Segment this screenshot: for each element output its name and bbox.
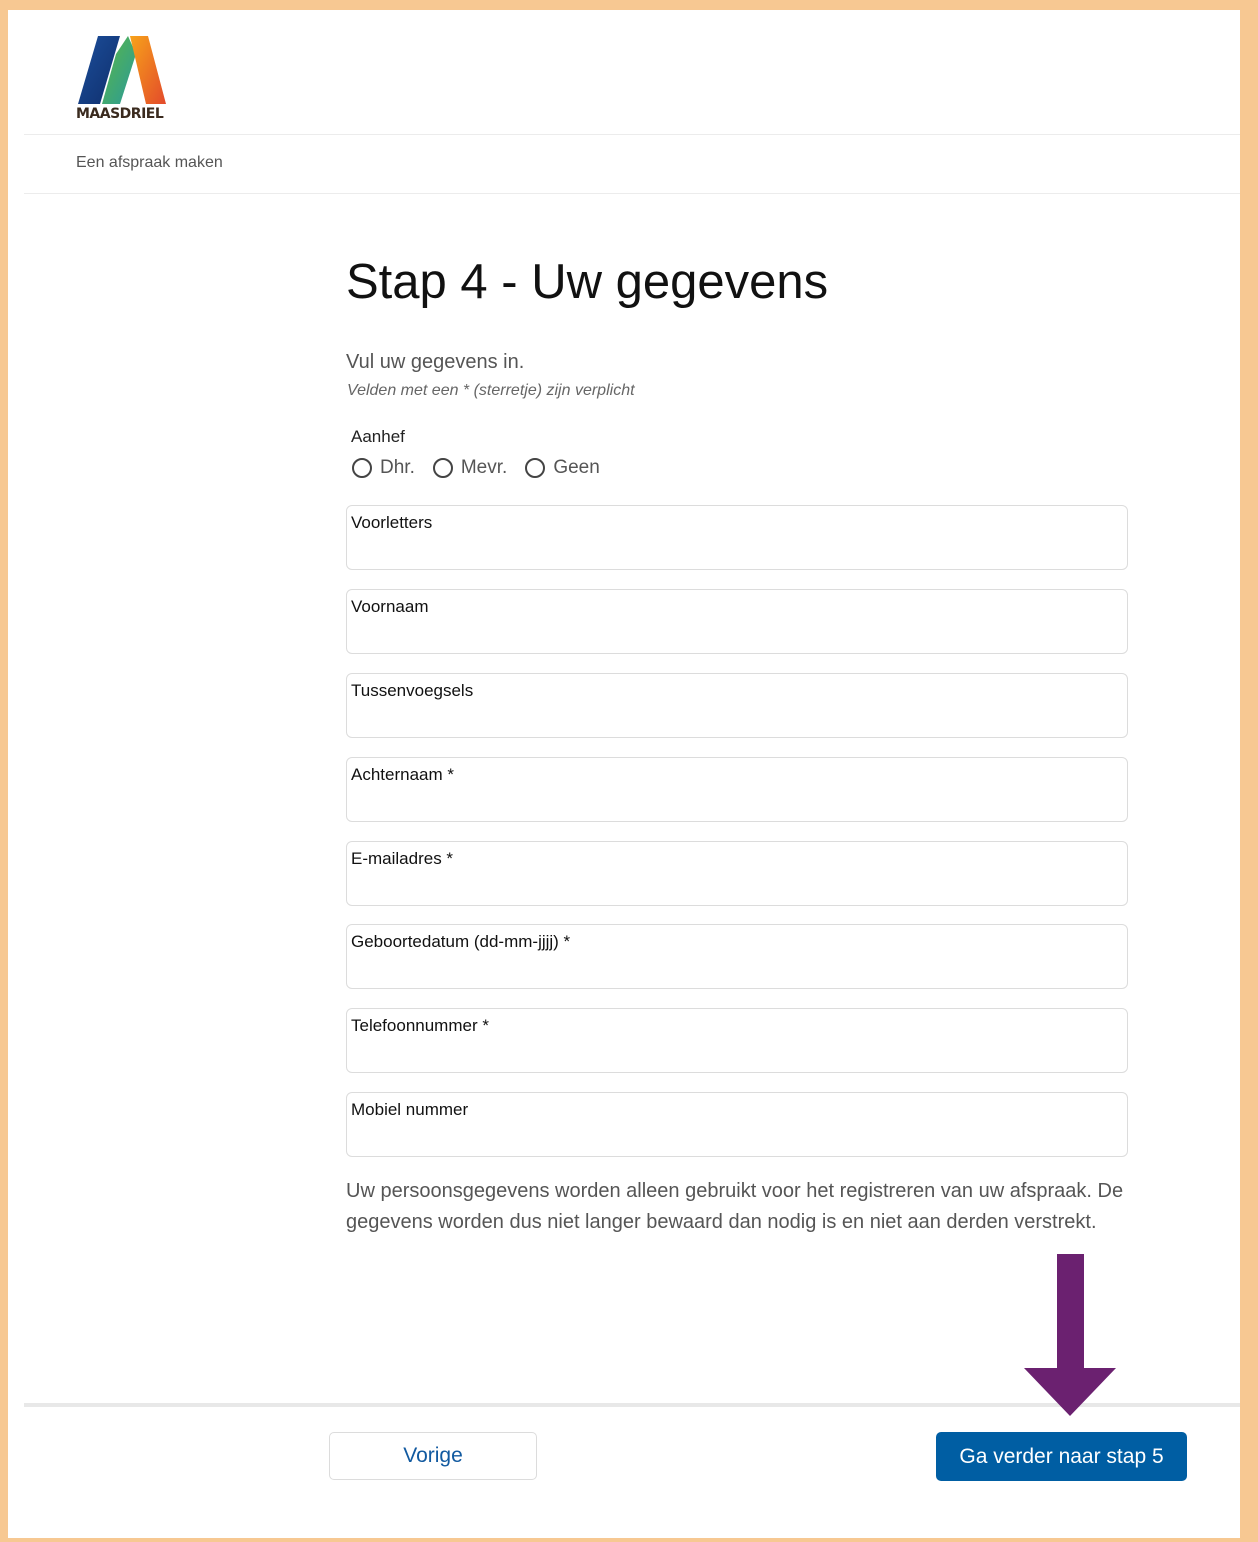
mobiel-nummer-field[interactable]: Mobiel nummer bbox=[346, 1092, 1128, 1157]
aanhef-label: Aanhef bbox=[351, 427, 405, 446]
email-field[interactable]: E-mailadres * bbox=[346, 841, 1128, 906]
required-note: Velden met een * (sterretje) zijn verpli… bbox=[347, 382, 635, 399]
voorletters-field[interactable]: Voorletters bbox=[346, 505, 1128, 570]
field-label: E-mailadres * bbox=[351, 849, 454, 868]
site-header: MAASDRIEL bbox=[24, 24, 1240, 135]
telefoonnummer-field[interactable]: Telefoonnummer * bbox=[346, 1008, 1128, 1073]
page-title: Stap 4 - Uw gegevens bbox=[346, 255, 829, 309]
radio-label: Geen bbox=[553, 457, 600, 478]
radio-geen[interactable]: Geen bbox=[525, 457, 600, 479]
breadcrumb-bar: Een afspraak maken bbox=[24, 135, 1240, 194]
breadcrumb: Een afspraak maken bbox=[76, 154, 223, 171]
annotation-arrow-icon bbox=[1024, 1254, 1116, 1416]
field-label: Voorletters bbox=[351, 513, 433, 532]
next-step-button[interactable]: Ga verder naar stap 5 bbox=[936, 1432, 1187, 1481]
field-label: Mobiel nummer bbox=[351, 1100, 469, 1119]
field-label: Achternaam * bbox=[351, 765, 454, 784]
radio-label: Mevr. bbox=[460, 457, 508, 478]
radio-circle-icon[interactable] bbox=[432, 458, 453, 478]
achternaam-field[interactable]: Achternaam * bbox=[346, 757, 1128, 822]
intro-text: Vul uw gegevens in. bbox=[346, 351, 525, 373]
radio-circle-icon[interactable] bbox=[525, 458, 546, 478]
radio-dhr[interactable]: Dhr. bbox=[352, 457, 415, 479]
aanhef-radio-group: Dhr. Mevr. Geen bbox=[352, 457, 600, 479]
field-label: Geboortedatum (dd-mm-jjjj) * bbox=[351, 932, 571, 951]
radio-label: Dhr. bbox=[380, 457, 415, 478]
radio-circle-icon[interactable] bbox=[352, 458, 372, 478]
logo-mark-icon bbox=[78, 36, 166, 104]
field-label: Voornaam bbox=[351, 597, 429, 616]
radio-mevr[interactable]: Mevr. bbox=[432, 457, 508, 479]
privacy-notice: Uw persoonsgegevens worden alleen gebrui… bbox=[346, 1180, 1124, 1233]
logo-text: MAASDRIEL bbox=[76, 106, 164, 122]
field-label: Tussenvoegsels bbox=[351, 681, 474, 700]
maasdriel-logo[interactable]: MAASDRIEL bbox=[76, 34, 172, 124]
field-label: Telefoonnummer * bbox=[351, 1016, 489, 1035]
previous-button[interactable]: Vorige bbox=[329, 1432, 537, 1480]
geboortedatum-field[interactable]: Geboortedatum (dd-mm-jjjj) * bbox=[346, 924, 1128, 989]
voornaam-field[interactable]: Voornaam bbox=[346, 589, 1128, 654]
tussenvoegsels-field[interactable]: Tussenvoegsels bbox=[346, 673, 1128, 738]
